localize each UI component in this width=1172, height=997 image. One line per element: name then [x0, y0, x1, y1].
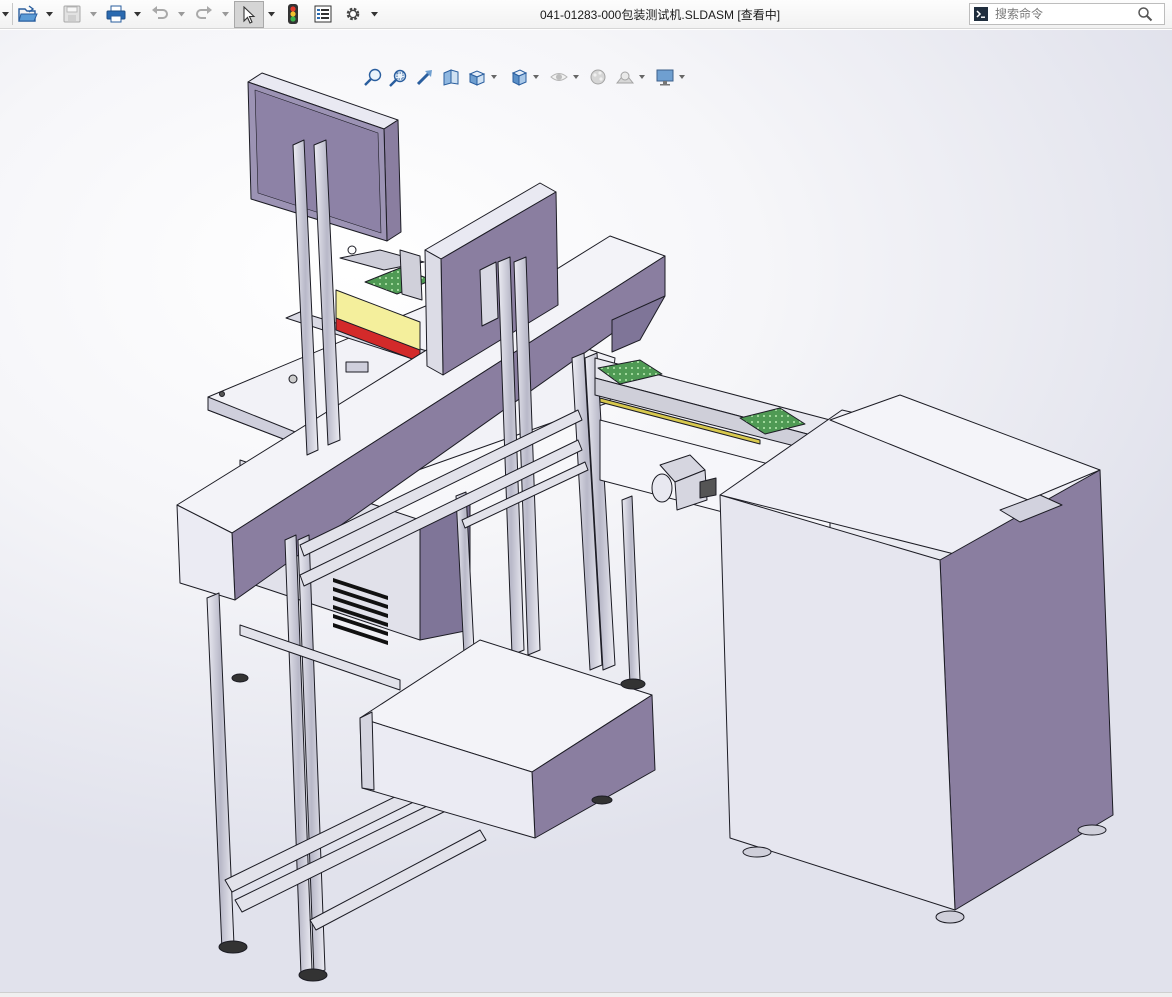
hide-show-caret[interactable]	[572, 66, 580, 88]
search-icon[interactable]	[1132, 4, 1158, 24]
undo-icon[interactable]	[149, 3, 171, 25]
redo-dropdown-caret[interactable]	[220, 3, 230, 25]
scene-icon[interactable]	[614, 66, 636, 88]
monitor-icon[interactable]	[654, 66, 676, 88]
redo-icon[interactable]	[193, 3, 215, 25]
open-dropdown-caret[interactable]	[44, 3, 54, 25]
status-strip	[0, 992, 1172, 997]
appearance-icon[interactable]	[588, 66, 610, 88]
gear-icon[interactable]	[342, 3, 364, 25]
print-dropdown-caret[interactable]	[132, 3, 142, 25]
command-prompt-icon	[970, 4, 992, 24]
search-box[interactable]	[969, 3, 1165, 25]
zoom-area-icon[interactable]	[388, 66, 410, 88]
pointer-icon[interactable]	[234, 1, 264, 28]
assembly-model[interactable]	[0, 30, 1172, 992]
select-dropdown-caret[interactable]	[266, 3, 276, 25]
previous-view-icon[interactable]	[414, 66, 436, 88]
properties-icon[interactable]	[312, 3, 334, 25]
undo-dropdown-caret[interactable]	[176, 3, 186, 25]
zoom-fit-icon[interactable]	[362, 66, 384, 88]
eye-icon[interactable]	[548, 66, 570, 88]
front-drawer-box	[359, 639, 656, 839]
graphics-area[interactable]	[0, 30, 1172, 992]
open-folder-icon[interactable]	[17, 3, 39, 25]
toolbar-separator	[12, 3, 13, 25]
view-orientation-icon[interactable]	[466, 66, 488, 88]
traffic-light-icon[interactable]	[282, 3, 304, 25]
main-toolbar: 041-01283-000包装测试机.SLDASM [查看中]	[0, 0, 1172, 29]
view-orientation-caret[interactable]	[490, 66, 498, 88]
menu-dropdown-caret[interactable]	[0, 3, 10, 25]
display-style-caret[interactable]	[532, 66, 540, 88]
scene-caret[interactable]	[638, 66, 646, 88]
save-icon[interactable]	[61, 3, 83, 25]
view-settings-caret[interactable]	[678, 66, 686, 88]
display-style-icon[interactable]	[508, 66, 530, 88]
right-cabinet	[719, 394, 1114, 911]
window-title: 041-01283-000包装测试机.SLDASM [查看中]	[539, 8, 781, 22]
section-view-icon[interactable]	[440, 66, 462, 88]
options-dropdown-caret[interactable]	[369, 3, 379, 25]
heads-up-view-toolbar	[362, 66, 692, 90]
search-input[interactable]	[992, 5, 1132, 23]
print-icon[interactable]	[105, 3, 127, 25]
save-dropdown-caret[interactable]	[88, 3, 98, 25]
